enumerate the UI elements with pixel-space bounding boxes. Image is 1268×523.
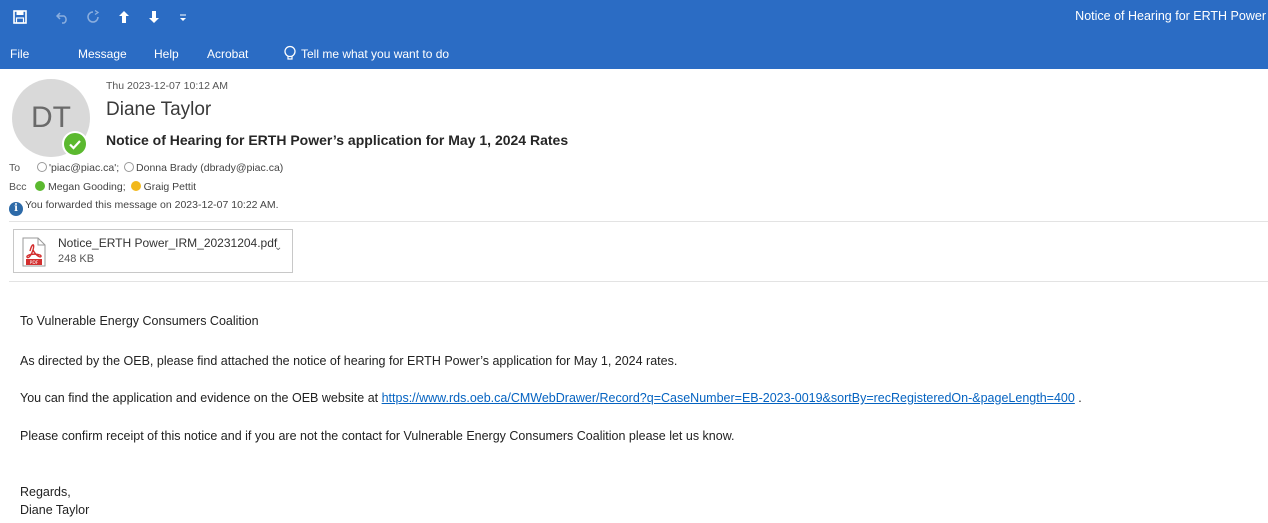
attachment-name: Notice_ERTH Power_IRM_20231204.pdf (58, 236, 278, 250)
link-prefix: You can find the application and evidenc… (20, 391, 382, 405)
forward-info-text: You forwarded this message on 2023-12-07… (25, 199, 279, 211)
body-paragraph: Please confirm receipt of this notice an… (20, 429, 735, 443)
redo-icon[interactable] (82, 8, 104, 30)
save-icon[interactable] (9, 8, 31, 30)
message-timestamp: Thu 2023-12-07 10:12 AM (106, 80, 229, 92)
body-paragraph: As directed by the OEB, please find atta… (20, 354, 678, 368)
attachment-size: 248 KB (58, 253, 95, 265)
bcc-label: Bcc (9, 181, 27, 193)
recipient[interactable]: Graig Pettit (144, 181, 197, 193)
window-title: Notice of Hearing for ERTH Power (1075, 9, 1266, 23)
info-icon: i (9, 202, 23, 216)
header-divider (9, 221, 1268, 222)
oeb-website-link[interactable]: https://www.rds.oeb.ca/CMWebDrawer/Recor… (382, 391, 1075, 405)
presence-unknown-icon (124, 162, 135, 172)
attachment-divider (9, 281, 1268, 282)
recipient[interactable]: 'piac@piac.ca'; (49, 162, 119, 174)
attachment-item[interactable]: PDF Notice_ERTH Power_IRM_20231204.pdf 2… (13, 229, 293, 273)
lightbulb-icon (284, 45, 296, 60)
chevron-down-icon[interactable]: ⌄ (274, 242, 282, 253)
tell-me-search[interactable]: Tell me what you want to do (301, 47, 449, 61)
menu-message[interactable]: Message (78, 47, 127, 61)
signature: Diane Taylor (20, 503, 90, 517)
presence-unknown-icon (37, 162, 47, 172)
recipient[interactable]: Donna Brady (dbrady@piac.ca) (136, 162, 283, 174)
presence-available-icon (62, 131, 88, 157)
presence-away-icon (130, 181, 141, 191)
to-row: To 'piac@piac.ca'; Donna Brady (dbrady@pi… (9, 162, 283, 174)
greeting: To Vulnerable Energy Consumers Coalition (20, 314, 259, 328)
menu-help[interactable]: Help (154, 47, 179, 61)
menu-file[interactable]: File (10, 47, 29, 61)
sign-off: Regards, (20, 485, 71, 499)
body-paragraph-link: You can find the application and evidenc… (20, 391, 1082, 405)
arrow-down-icon[interactable] (143, 8, 165, 30)
undo-icon[interactable] (52, 8, 74, 30)
menu-acrobat[interactable]: Acrobat (207, 47, 248, 61)
quick-access-toolbar (0, 0, 300, 40)
arrow-up-icon[interactable] (113, 8, 135, 30)
to-label: To (9, 162, 21, 174)
title-bar: Notice of Hearing for ERTH Power (0, 0, 1268, 40)
recipient[interactable]: Megan Gooding; (48, 181, 126, 193)
link-suffix: . (1074, 391, 1082, 405)
pdf-icon: PDF (22, 237, 46, 267)
bcc-row: Bcc Megan Gooding; Graig Pettit (9, 181, 196, 193)
forward-info: i You forwarded this message on 2023-12-0… (9, 199, 279, 216)
sender-name[interactable]: Diane Taylor (106, 99, 211, 121)
customize-icon[interactable] (172, 8, 194, 30)
presence-available-icon (35, 181, 45, 191)
message-subject: Notice of Hearing for ERTH Power’s appli… (106, 132, 569, 148)
svg-text:PDF: PDF (30, 260, 39, 266)
menu-bar: File Message Help Acrobat Tell me what y… (0, 40, 1268, 69)
